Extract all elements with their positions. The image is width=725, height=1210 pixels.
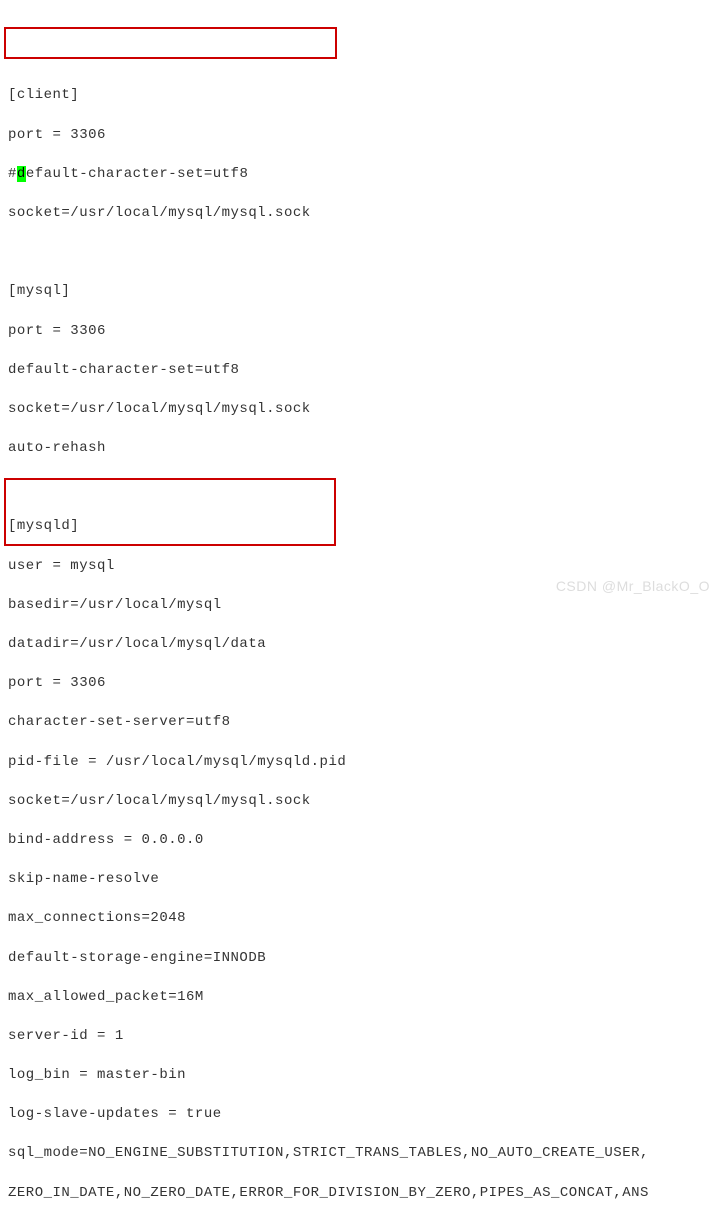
config-line-mysqld-port: port = 3306 <box>8 674 717 694</box>
config-line-mysqld-socket: socket=/usr/local/mysql/mysql.sock <box>8 792 717 812</box>
config-line-mysqld-skip: skip-name-resolve <box>8 870 717 890</box>
annotation-box-bottom <box>4 478 336 546</box>
config-line-client-socket: socket=/usr/local/mysql/mysql.sock <box>8 204 717 224</box>
config-line-mysqld-storage: default-storage-engine=INNODB <box>8 949 717 969</box>
config-line-mysql-socket: socket=/usr/local/mysql/mysql.sock <box>8 400 717 420</box>
annotation-box-top <box>4 27 337 59</box>
config-line-mysqld-serverid: server-id = 1 <box>8 1027 717 1047</box>
config-line-mysqld-bind: bind-address = 0.0.0.0 <box>8 831 717 851</box>
config-line-mysqld-logslave: log-slave-updates = true <box>8 1105 717 1125</box>
config-line-mysqld-sqlmode2: ZERO_IN_DATE,NO_ZERO_DATE,ERROR_FOR_DIVI… <box>8 1184 717 1204</box>
config-line-mysqld-basedir: basedir=/usr/local/mysql <box>8 596 717 616</box>
config-line-mysql-autorehash: auto-rehash <box>8 439 717 459</box>
config-line-mysqld-maxconn: max_connections=2048 <box>8 909 717 929</box>
config-line-mysqld-packet: max_allowed_packet=16M <box>8 988 717 1008</box>
comment-hash: # <box>8 166 17 182</box>
config-line-client-port: port = 3306 <box>8 126 717 146</box>
config-line-client-header: [client] <box>8 86 717 106</box>
config-line-mysql-port: port = 3306 <box>8 322 717 342</box>
blank-line-1 <box>8 243 717 263</box>
config-line-mysql-charset: default-character-set=utf8 <box>8 361 717 381</box>
cursor-highlight: d <box>17 166 26 182</box>
config-line-mysqld-user: user = mysql <box>8 557 717 577</box>
watermark: CSDN @Mr_BlackO_O <box>556 577 710 597</box>
config-line-mysqld-charset-server: character-set-server=utf8 <box>8 713 717 733</box>
config-line-mysql-header: [mysql] <box>8 282 717 302</box>
config-line-mysqld-datadir: datadir=/usr/local/mysql/data <box>8 635 717 655</box>
config-line-mysqld-sqlmode: sql_mode=NO_ENGINE_SUBSTITUTION,STRICT_T… <box>8 1144 717 1164</box>
config-line-mysqld-logbin: log_bin = master-bin <box>8 1066 717 1086</box>
config-line-client-charset: #default-character-set=utf8 <box>8 165 717 185</box>
config-line-mysqld-pidfile: pid-file = /usr/local/mysql/mysqld.pid <box>8 753 717 773</box>
charset-rest: efault-character-set=utf8 <box>26 166 249 182</box>
